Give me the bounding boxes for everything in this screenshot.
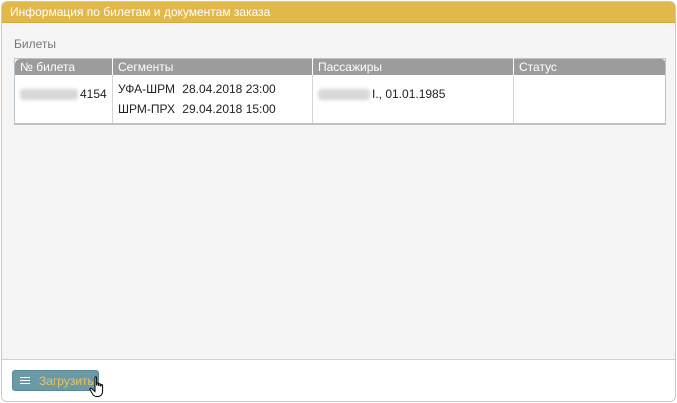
tickets-section-title: Билеты	[14, 37, 56, 51]
table-row: 4154 УФА-ШРМ 28.04.2018 23:00 ШРМ-ПРХ 29…	[15, 75, 666, 124]
segment-line: ШРМ-ПРХ 29.04.2018 15:00	[118, 99, 307, 119]
load-button-label: Загрузить	[39, 374, 94, 388]
segments-cell: УФА-ШРМ 28.04.2018 23:00 ШРМ-ПРХ 29.04.2…	[112, 75, 313, 124]
tickets-table: № билета Сегменты Пассажиры Статус 4154 …	[14, 58, 666, 125]
panel-title: Информация по билетам и документам заказ…	[2, 2, 675, 23]
column-header-passengers: Пассажиры	[312, 58, 514, 75]
segment-line: УФА-ШРМ 28.04.2018 23:00	[118, 79, 307, 99]
tickets-table-header: № билета Сегменты Пассажиры Статус	[14, 58, 666, 75]
column-header-segments: Сегменты	[112, 58, 313, 75]
redacted-passenger-name	[318, 89, 370, 101]
order-tickets-panel: Информация по билетам и документам заказ…	[1, 1, 676, 402]
ticket-number-cell: 4154	[15, 75, 113, 124]
ticket-number-suffix: 4154	[80, 87, 107, 101]
status-cell	[513, 75, 666, 124]
segment-route: ШРМ-ПРХ	[118, 102, 175, 116]
passenger-cell: I., 01.01.1985	[312, 75, 514, 124]
panel-body: Билеты № билета Сегменты Пассажиры Стату…	[2, 23, 675, 360]
menu-icon	[20, 377, 30, 385]
redacted-ticket-prefix	[20, 89, 78, 101]
segment-route: УФА-ШРМ	[118, 82, 175, 96]
segment-datetime: 29.04.2018 15:00	[182, 102, 276, 116]
segment-datetime: 28.04.2018 23:00	[182, 82, 276, 96]
column-header-ticket-number: № билета	[14, 58, 113, 75]
hand-cursor-icon	[89, 376, 104, 397]
load-button[interactable]: Загрузить	[12, 370, 99, 391]
column-header-status: Статус	[513, 58, 666, 75]
passenger-suffix: I., 01.01.1985	[372, 87, 446, 101]
panel-footer: Загрузить	[2, 359, 675, 401]
